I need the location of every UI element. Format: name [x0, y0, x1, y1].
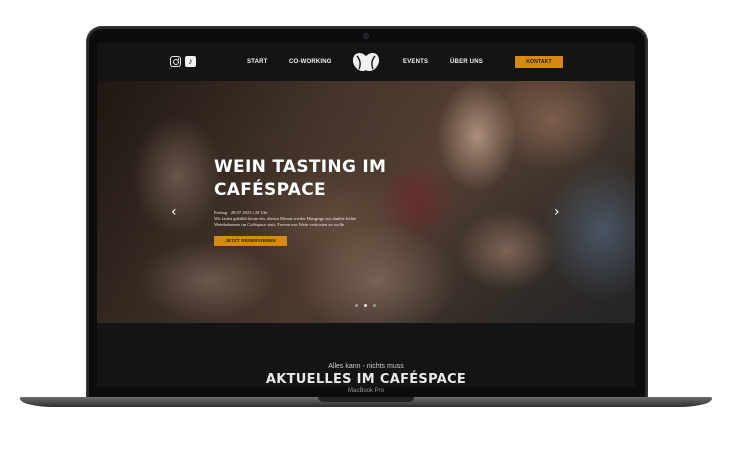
section-tagline: Alles kann - nichts muss: [328, 363, 404, 370]
contact-button[interactable]: KONTAKT: [515, 56, 563, 68]
slider-dot-1[interactable]: [355, 304, 358, 307]
reserve-button[interactable]: JETZT RESERVIEREN: [214, 236, 287, 246]
nav-events[interactable]: EVENTS: [403, 59, 428, 65]
section-heading: AKTUELLES IM CAFÉSPACE: [265, 372, 467, 387]
nav-coworking[interactable]: CO-WORKING: [289, 59, 332, 65]
hero-description: Freitag · 28.07.2023 | 20 Uhr Wir laden …: [214, 210, 374, 228]
website-screen: ♪ START CO-WORKING EVENTS ÜBER UNS KONTA…: [97, 43, 635, 387]
model-label: MacBook Pro: [347, 388, 384, 394]
tiktok-icon[interactable]: ♪: [185, 56, 196, 67]
nav-start[interactable]: START: [247, 59, 268, 65]
hero-title-line-2: CAFÉSPACE: [214, 180, 326, 200]
coffee-bean-heart-logo[interactable]: [352, 52, 380, 74]
laptop-base-notch: [318, 397, 414, 402]
nav-about[interactable]: ÜBER UNS: [450, 59, 483, 65]
hero-title: WEIN TASTING IM CAFÉSPACE: [214, 156, 414, 202]
hero-title-line-1: WEIN TASTING IM: [214, 157, 387, 177]
site-header: ♪ START CO-WORKING EVENTS ÜBER UNS KONTA…: [97, 43, 635, 81]
camera-icon: [364, 34, 368, 38]
slider-dot-2[interactable]: [364, 304, 367, 307]
hero-image-overlay: [97, 81, 635, 323]
news-section: Alles kann - nichts muss AKTUELLES IM CA…: [97, 323, 635, 387]
slider-prev-arrow-icon[interactable]: ‹: [171, 205, 177, 219]
instagram-icon[interactable]: [170, 56, 181, 67]
hero-text-line-2: Weinbekannte im Caféspace statt. Freuen …: [214, 222, 345, 227]
hero-slider: WEIN TASTING IM CAFÉSPACE Freitag · 28.0…: [97, 81, 635, 323]
slider-dot-3[interactable]: [373, 304, 376, 307]
slider-next-arrow-icon[interactable]: ›: [554, 205, 560, 219]
